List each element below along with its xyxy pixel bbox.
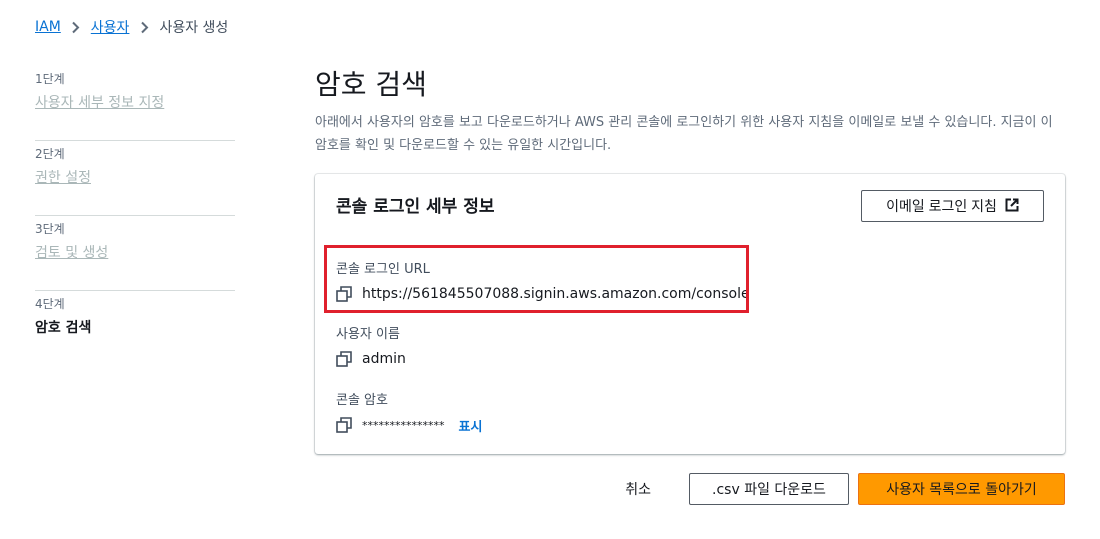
password-value: *************** bbox=[362, 418, 445, 432]
breadcrumb-current: 사용자 생성 bbox=[159, 20, 229, 36]
email-signin-instructions-button[interactable]: 이메일 로그인 지침 bbox=[861, 190, 1044, 222]
copy-icon[interactable] bbox=[336, 286, 352, 302]
signin-url-row: https://561845507088.signin.aws.amazon.c… bbox=[336, 284, 750, 304]
password-field: 콘솔 암호 *************** 표시 bbox=[336, 389, 482, 435]
console-signin-card: 콘솔 로그인 세부 정보 이메일 로그인 지침 콘솔 로그인 URL https… bbox=[315, 174, 1065, 454]
chevron-right-icon bbox=[61, 21, 91, 34]
chevron-right-icon bbox=[129, 21, 159, 34]
username-value: admin bbox=[362, 351, 406, 367]
step-link-permissions[interactable]: 권한 설정 bbox=[35, 167, 235, 187]
step-number: 4단계 bbox=[35, 297, 65, 311]
copy-icon[interactable] bbox=[336, 351, 352, 367]
download-csv-button[interactable]: .csv 파일 다운로드 bbox=[689, 473, 849, 505]
step-current-retrieve-password: 암호 검색 bbox=[35, 320, 92, 336]
step-number: 1단계 bbox=[35, 72, 65, 86]
step-2: 2단계 권한 설정 bbox=[35, 141, 235, 216]
step-link-details[interactable]: 사용자 세부 정보 지정 bbox=[35, 92, 235, 112]
step-3: 3단계 검토 및 생성 bbox=[35, 216, 235, 291]
username-field: 사용자 이름 admin bbox=[336, 323, 406, 369]
step-link-review[interactable]: 검토 및 생성 bbox=[35, 242, 235, 262]
return-to-users-button[interactable]: 사용자 목록으로 돌아가기 bbox=[858, 473, 1065, 505]
signin-url-label: 콘솔 로그인 URL bbox=[336, 262, 430, 277]
step-number: 2단계 bbox=[35, 147, 65, 161]
footer-actions: 취소 .csv 파일 다운로드 사용자 목록으로 돌아가기 bbox=[625, 473, 1065, 505]
password-label: 콘솔 암호 bbox=[336, 393, 388, 408]
password-row: *************** 표시 bbox=[336, 415, 482, 435]
copy-icon[interactable] bbox=[336, 417, 352, 433]
breadcrumb-users[interactable]: 사용자 bbox=[91, 17, 130, 37]
main-content: 암호 검색 아래에서 사용자의 암호를 보고 다운로드하거나 AWS 관리 콘솔… bbox=[315, 66, 1065, 157]
step-number: 3단계 bbox=[35, 222, 65, 236]
signin-url-field: 콘솔 로그인 URL https://561845507088.signin.a… bbox=[336, 258, 750, 304]
signin-url-value: https://561845507088.signin.aws.amazon.c… bbox=[362, 286, 750, 302]
show-password-link[interactable]: 표시 bbox=[459, 416, 483, 435]
page-title: 암호 검색 bbox=[315, 68, 427, 101]
page-description: 아래에서 사용자의 암호를 보고 다운로드하거나 AWS 관리 콘솔에 로그인하… bbox=[315, 115, 1053, 153]
step-1: 1단계 사용자 세부 정보 지정 bbox=[35, 66, 235, 141]
cancel-button[interactable]: 취소 bbox=[625, 479, 680, 499]
step-4: 4단계 암호 검색 bbox=[35, 291, 235, 366]
username-label: 사용자 이름 bbox=[336, 327, 400, 342]
card-title: 콘솔 로그인 세부 정보 bbox=[336, 197, 495, 217]
card-header: 콘솔 로그인 세부 정보 이메일 로그인 지침 bbox=[315, 174, 1065, 232]
external-link-icon bbox=[1005, 198, 1019, 215]
breadcrumb: IAM 사용자 사용자 생성 bbox=[35, 17, 228, 37]
breadcrumb-iam[interactable]: IAM bbox=[35, 19, 61, 35]
wizard-steps: 1단계 사용자 세부 정보 지정 2단계 권한 설정 3단계 검토 및 생성 4… bbox=[35, 66, 235, 366]
username-row: admin bbox=[336, 349, 406, 369]
email-button-label: 이메일 로그인 지침 bbox=[886, 198, 997, 214]
